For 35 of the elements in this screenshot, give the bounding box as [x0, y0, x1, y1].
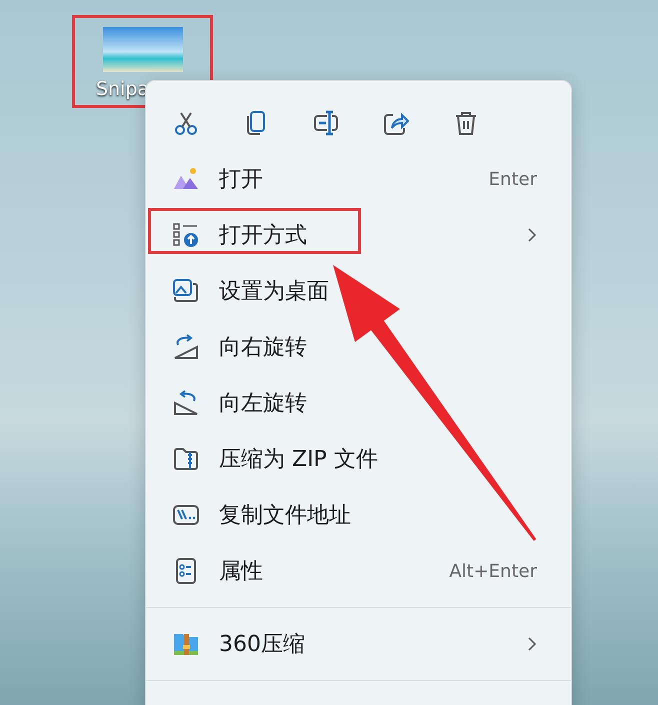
menu-item-label: 设置为桌面 [219, 278, 329, 306]
rename-icon [313, 110, 339, 136]
menu-item-label: 向右旋转 [219, 334, 307, 362]
menu-item[interactable]: 360压缩 [150, 616, 567, 672]
menu-item[interactable]: 设置为桌面 [150, 263, 567, 319]
path-icon [173, 502, 199, 528]
rotate-left-icon [173, 390, 199, 416]
app-list-icon [173, 222, 199, 248]
rename-button[interactable] [311, 108, 341, 138]
menu-item-label: 打开 [219, 166, 263, 194]
wallpaper-icon [173, 278, 199, 304]
menu-item[interactable]: 复制文件地址 [150, 487, 567, 543]
menu-item-label: 压缩为 ZIP 文件 [219, 446, 378, 474]
menu-item-label: 向左旋转 [219, 390, 307, 418]
zip-folder-icon [173, 446, 199, 472]
properties-icon [173, 558, 199, 584]
menu-item[interactable]: 打开 Enter [150, 151, 567, 207]
share-icon [383, 110, 409, 136]
menu-item[interactable]: 压缩为 ZIP 文件 [150, 431, 567, 487]
photos-app-icon [173, 166, 199, 192]
rotate-right-icon [173, 334, 199, 360]
menu-item[interactable]: 向右旋转 [150, 319, 567, 375]
menu-item-label: 复制文件地址 [219, 502, 351, 530]
shortcut-text: Alt+Enter [449, 560, 537, 582]
menu-item-label: 360压缩 [219, 631, 305, 659]
cut-icon [173, 110, 199, 136]
menu-item-label: 打开方式 [219, 222, 307, 250]
menu-item-label: 属性 [219, 558, 263, 586]
menu-item[interactable]: 向左旋转 [150, 375, 567, 431]
desktop-icon-label: Snipa [96, 78, 150, 100]
trash-icon [453, 110, 479, 136]
menu-item[interactable]: 打开方式 [150, 207, 567, 263]
shortcut-text: Enter [488, 168, 537, 190]
archive-app-icon [173, 631, 199, 657]
menu-item[interactable]: 属性 Alt+Enter [150, 543, 567, 599]
